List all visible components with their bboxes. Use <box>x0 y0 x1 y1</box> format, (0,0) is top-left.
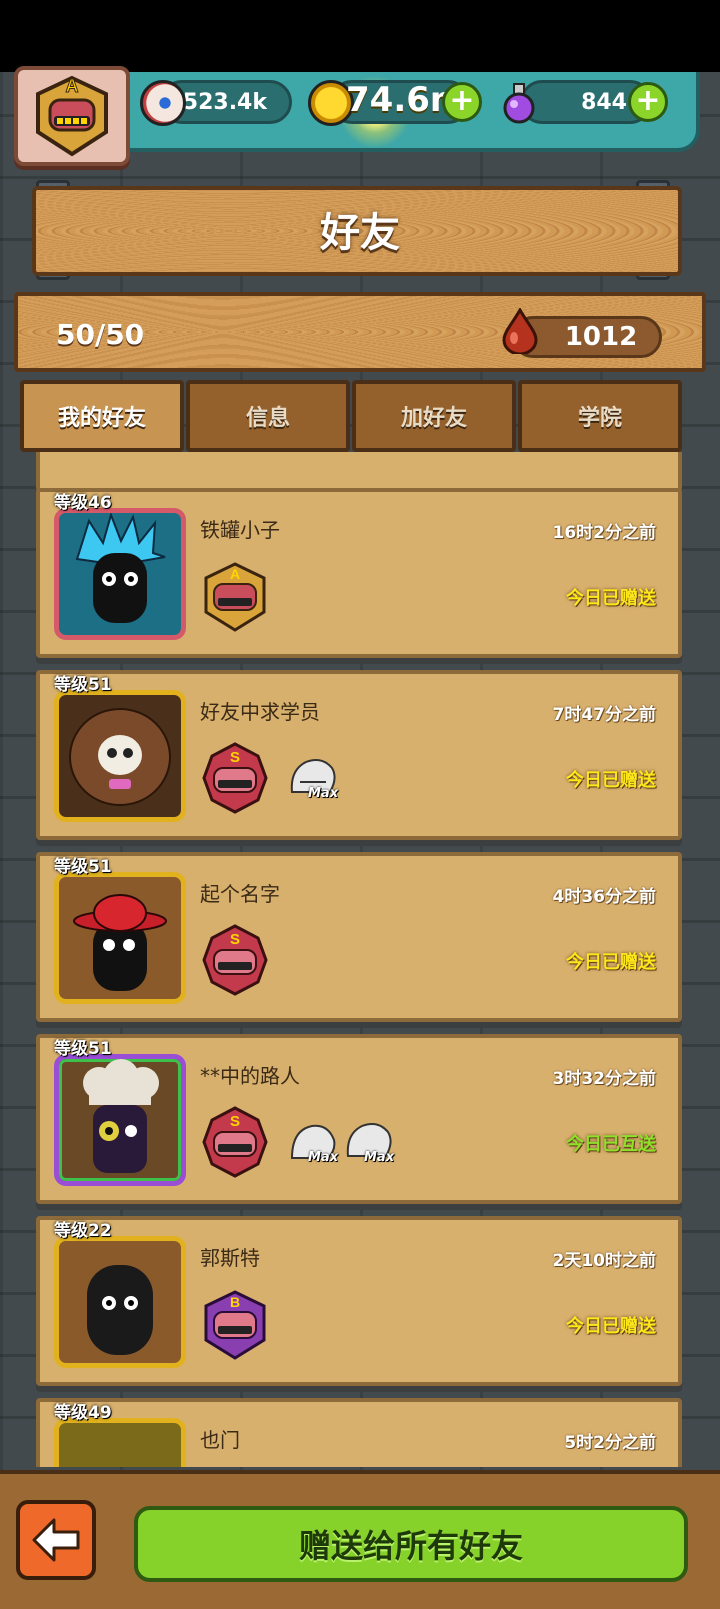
gift-status: 今日已赠送 <box>566 1316 656 1337</box>
pet-max-label: Max <box>308 786 339 801</box>
list-item[interactable]: 等级51 好友中求学员 7时47分之前 今日已赠送 S Max <box>36 670 682 840</box>
rank-s-badge-icon: S <box>202 1106 268 1178</box>
gift-status: 今日已赠送 <box>566 952 656 973</box>
last-online-time: 7时47分之前 <box>552 705 657 725</box>
friend-name: **中的路人 <box>200 1064 300 1088</box>
last-online-time: 3时32分之前 <box>552 1069 657 1089</box>
friend-name: 铁罐小子 <box>200 518 280 542</box>
eyes-value: 523.4k <box>182 89 267 115</box>
svg-text:A: A <box>66 76 79 96</box>
pet-max-label: Max <box>308 1150 339 1165</box>
list-item[interactable] <box>36 452 682 492</box>
potion-icon <box>496 80 542 126</box>
potion-value: 844 <box>581 89 627 115</box>
svg-text:S: S <box>230 931 240 948</box>
send-to-all-friends-button[interactable]: 赠送给所有好友 <box>134 1506 688 1582</box>
list-item[interactable]: 等级49 也门 5时2分之前 <box>36 1398 682 1467</box>
chef-hat-avatar-icon <box>83 1059 159 1173</box>
avatar[interactable] <box>54 508 186 640</box>
tab-messages[interactable]: 信息 <box>186 380 350 452</box>
svg-text:A: A <box>230 566 240 582</box>
friend-name: 起个名字 <box>200 882 280 906</box>
gift-status: 今日已赠送 <box>566 588 656 609</box>
friend-level: 等级51 <box>54 675 112 695</box>
avatar[interactable] <box>54 1054 186 1186</box>
rank-s-badge-icon: S <box>202 924 268 996</box>
svg-text:S: S <box>230 749 240 766</box>
page-title: 好友 <box>320 210 400 256</box>
friend-level: 等级46 <box>54 493 112 513</box>
list-item[interactable]: 等级51 起个名字 4时36分之前 今日已赠送 S <box>36 852 682 1022</box>
friend-name: 好友中求学员 <box>200 700 320 724</box>
tab-label: 信息 <box>245 406 290 431</box>
black-blob-avatar-icon <box>87 1265 153 1355</box>
player-rank-badge[interactable]: A <box>14 66 130 166</box>
svg-text:B: B <box>230 1294 240 1310</box>
send-to-all-label: 赠送给所有好友 <box>298 1527 523 1565</box>
blood-value: 1012 <box>564 322 638 352</box>
friend-level: 等级51 <box>54 1039 112 1059</box>
friends-count: 50/50 <box>56 318 145 351</box>
friend-level: 等级51 <box>54 857 112 877</box>
tab-my-friends[interactable]: 我的好友 <box>20 380 184 452</box>
list-item[interactable]: 等级51 **中的路人 3时32分之前 今日已互送 S Max Max <box>36 1034 682 1204</box>
list-item[interactable]: 等级46 铁罐小子 16时2分之前 今日已赠送 A <box>36 488 682 658</box>
last-online-time: 4时36分之前 <box>552 887 657 907</box>
svg-text:S: S <box>230 1113 240 1130</box>
last-online-time: 16时2分之前 <box>552 523 657 543</box>
list-item[interactable]: 等级22 郭斯特 2天10时之前 今日已赠送 B <box>36 1216 682 1386</box>
rank-a-monster-icon: A <box>36 76 108 157</box>
rank-s-badge-icon: S <box>202 742 268 814</box>
friend-name: 也门 <box>200 1428 240 1452</box>
gift-status: 今日已赠送 <box>566 770 656 791</box>
arrow-left-icon <box>32 1518 80 1562</box>
skull-dreadlocks-avatar-icon <box>69 708 171 806</box>
add-gold-button[interactable]: + <box>442 82 482 122</box>
back-button[interactable] <box>16 1500 96 1580</box>
rank-b-badge-icon: B <box>204 1290 266 1360</box>
gift-status: 今日已互送 <box>566 1134 656 1155</box>
avatar[interactable] <box>54 1418 186 1467</box>
avatar[interactable] <box>54 690 186 822</box>
friend-name: 郭斯特 <box>200 1246 260 1270</box>
pet-max-label: Max <box>364 1150 395 1165</box>
red-hat-avatar-icon <box>73 894 167 991</box>
tab-label: 学院 <box>577 406 622 431</box>
status-bar <box>0 0 720 72</box>
rank-a-badge-icon: A <box>204 562 266 632</box>
spiky-blue-hair-avatar-icon <box>75 513 166 623</box>
eyeball-icon <box>140 80 186 126</box>
tab-academy[interactable]: 学院 <box>518 380 682 452</box>
last-online-time: 5时2分之前 <box>564 1433 656 1453</box>
avatar[interactable] <box>54 1236 186 1368</box>
add-potion-button[interactable]: + <box>628 82 668 122</box>
tab-label: 我的好友 <box>57 406 146 431</box>
friend-level: 等级22 <box>54 1221 112 1241</box>
last-online-time: 2天10时之前 <box>552 1251 657 1271</box>
blood-drop-icon <box>500 306 540 356</box>
friends-list[interactable]: 等级46 铁罐小子 16时2分之前 今日已赠送 A 等级51 好友中求学员 7时… <box>0 452 720 1467</box>
tab-label: 加好友 <box>400 406 467 431</box>
tab-add-friend[interactable]: 加好友 <box>352 380 516 452</box>
avatar[interactable] <box>54 872 186 1004</box>
friend-level: 等级49 <box>54 1403 112 1423</box>
